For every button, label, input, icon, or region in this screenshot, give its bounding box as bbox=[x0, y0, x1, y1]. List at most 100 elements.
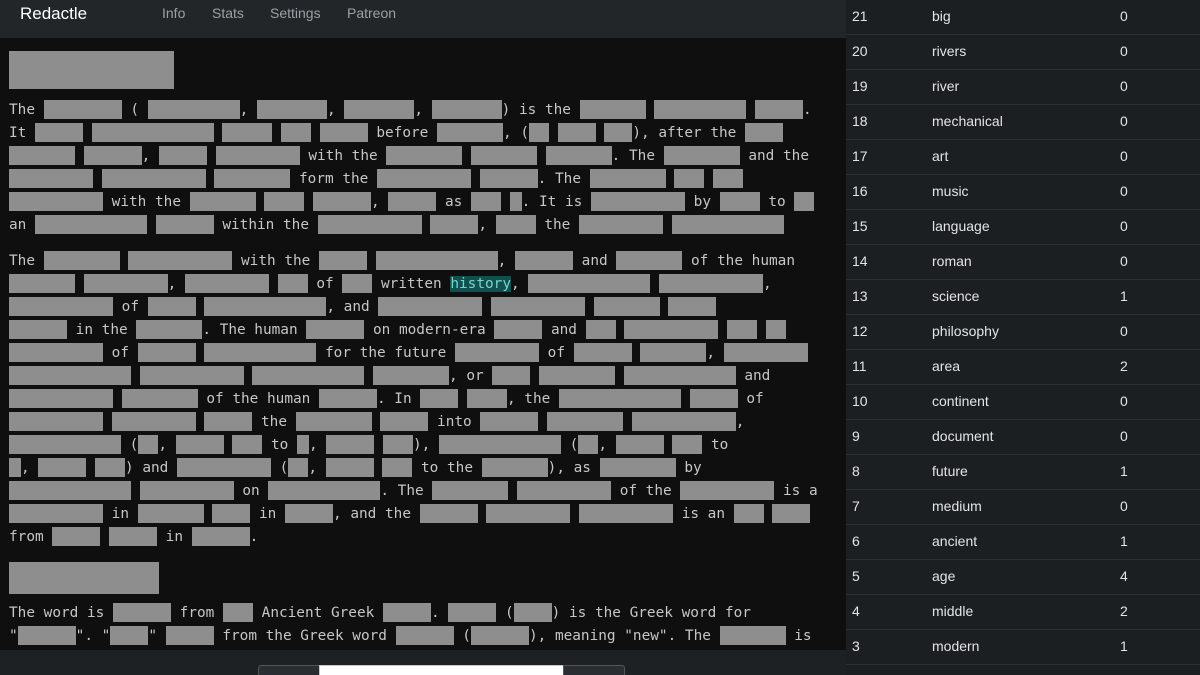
redacted-word bbox=[557, 123, 596, 142]
guess-hits: 0 bbox=[1120, 43, 1128, 59]
redacted-word bbox=[83, 274, 168, 293]
redacted-word bbox=[726, 320, 757, 339]
guess-word: ancient bbox=[932, 533, 978, 549]
table-row[interactable]: 13 science 1 bbox=[846, 280, 1200, 315]
redacted-word bbox=[380, 412, 429, 431]
guess-input[interactable] bbox=[319, 665, 565, 675]
word: on bbox=[242, 483, 260, 499]
redacted-word bbox=[185, 274, 269, 293]
redacted-word bbox=[640, 343, 707, 362]
table-row[interactable]: 3 modern 1 bbox=[846, 630, 1200, 665]
guess-number: 19 bbox=[852, 78, 868, 94]
highlighted-word[interactable]: history bbox=[450, 276, 511, 292]
nav-settings[interactable]: Settings bbox=[270, 5, 321, 21]
table-row[interactable]: 7 medium 0 bbox=[846, 490, 1200, 525]
redacted-word bbox=[395, 626, 454, 645]
guess-number: 8 bbox=[852, 463, 860, 479]
table-row[interactable]: 5 age 4 bbox=[846, 560, 1200, 595]
table-row[interactable]: 17 art 0 bbox=[846, 140, 1200, 175]
redacted-word bbox=[101, 169, 206, 188]
guesses-table: 21 big 0 20 rivers 0 19 river 0 18 mechanical 0 17 ar… bbox=[846, 0, 1200, 675]
word: ), meaning "new". The bbox=[528, 628, 711, 644]
redacted-word bbox=[439, 435, 561, 454]
redacted-word bbox=[480, 412, 539, 431]
word: . The bbox=[380, 483, 424, 499]
guess-word: river bbox=[932, 78, 960, 94]
redacted-word bbox=[579, 100, 646, 119]
redacted-word bbox=[547, 412, 624, 431]
redacted-word bbox=[668, 297, 717, 316]
guess-number: 21 bbox=[852, 8, 868, 24]
redacted-word bbox=[252, 366, 365, 385]
table-row[interactable]: 21 big 0 bbox=[846, 0, 1200, 35]
nav-info[interactable]: Info bbox=[162, 5, 185, 21]
nav-stats[interactable]: Stats bbox=[212, 5, 244, 21]
redacted-word bbox=[112, 603, 171, 622]
guess-word: continent bbox=[932, 393, 989, 409]
redacted-word bbox=[579, 504, 674, 523]
redacted-word bbox=[137, 343, 196, 362]
redacted-word bbox=[388, 192, 437, 211]
redacted-word bbox=[121, 389, 198, 408]
guess-hits: 2 bbox=[1120, 603, 1128, 619]
word: of bbox=[121, 299, 139, 315]
redacted-word bbox=[494, 320, 543, 339]
word: the bbox=[261, 414, 288, 430]
redacted-word bbox=[297, 435, 309, 454]
table-row[interactable]: 6 ancient 1 bbox=[846, 525, 1200, 560]
redacted-word bbox=[719, 192, 760, 211]
nav-patreon[interactable]: Patreon bbox=[347, 5, 396, 21]
redacted-word bbox=[377, 169, 471, 188]
guess-button[interactable] bbox=[563, 665, 625, 675]
table-row[interactable]: 10 continent 0 bbox=[846, 385, 1200, 420]
redacted-word bbox=[674, 169, 705, 188]
guess-hits: 0 bbox=[1120, 78, 1128, 94]
redacted-word bbox=[671, 215, 784, 234]
table-row[interactable]: 18 mechanical 0 bbox=[846, 105, 1200, 140]
word: of bbox=[547, 345, 565, 361]
brand-logo[interactable]: Redactle bbox=[20, 4, 87, 24]
redacted-word bbox=[204, 343, 317, 362]
redacted-word bbox=[509, 192, 522, 211]
redacted-word bbox=[539, 366, 616, 385]
redacted-word bbox=[419, 504, 478, 523]
redacted-word bbox=[43, 100, 122, 119]
redacted-word bbox=[17, 626, 76, 645]
word: in the bbox=[75, 322, 128, 338]
table-row[interactable]: 4 middle 2 bbox=[846, 595, 1200, 630]
redacted-word bbox=[9, 274, 75, 293]
redacted-word bbox=[204, 412, 253, 431]
word: in bbox=[259, 506, 277, 522]
table-row[interactable]: 15 language 0 bbox=[846, 210, 1200, 245]
redacted-word bbox=[772, 504, 811, 523]
guess-hits: 0 bbox=[1120, 498, 1128, 514]
guess-word: medium bbox=[932, 498, 982, 514]
redacted-word bbox=[325, 458, 374, 477]
table-row[interactable]: 19 river 0 bbox=[846, 70, 1200, 105]
table-row[interactable]: 11 area 2 bbox=[846, 350, 1200, 385]
table-row[interactable]: 8 future 1 bbox=[846, 455, 1200, 490]
table-row[interactable]: 9 document 0 bbox=[846, 420, 1200, 455]
word: in bbox=[165, 529, 183, 545]
redacted-word bbox=[631, 412, 736, 431]
guess-hits: 0 bbox=[1120, 113, 1128, 129]
guess-number: 20 bbox=[852, 43, 868, 59]
word: to the bbox=[421, 460, 473, 476]
word: to bbox=[768, 194, 786, 210]
redacted-word bbox=[479, 169, 538, 188]
table-row[interactable]: 16 music 0 bbox=[846, 175, 1200, 210]
table-row[interactable]: 20 rivers 0 bbox=[846, 35, 1200, 70]
redacted-word bbox=[165, 626, 214, 645]
word: by bbox=[684, 460, 702, 476]
guess-hits: 0 bbox=[1120, 8, 1128, 24]
redacted-word bbox=[9, 146, 75, 165]
redacted-word bbox=[733, 504, 764, 523]
redacted-word bbox=[313, 192, 371, 211]
guess-number: 17 bbox=[852, 148, 868, 164]
table-row[interactable]: 14 roman 0 bbox=[846, 245, 1200, 280]
redacted-word bbox=[9, 504, 103, 523]
guess-number: 14 bbox=[852, 253, 868, 269]
left-button[interactable] bbox=[258, 665, 320, 675]
redacted-word bbox=[191, 527, 250, 546]
table-row[interactable]: 12 philosophy 0 bbox=[846, 315, 1200, 350]
